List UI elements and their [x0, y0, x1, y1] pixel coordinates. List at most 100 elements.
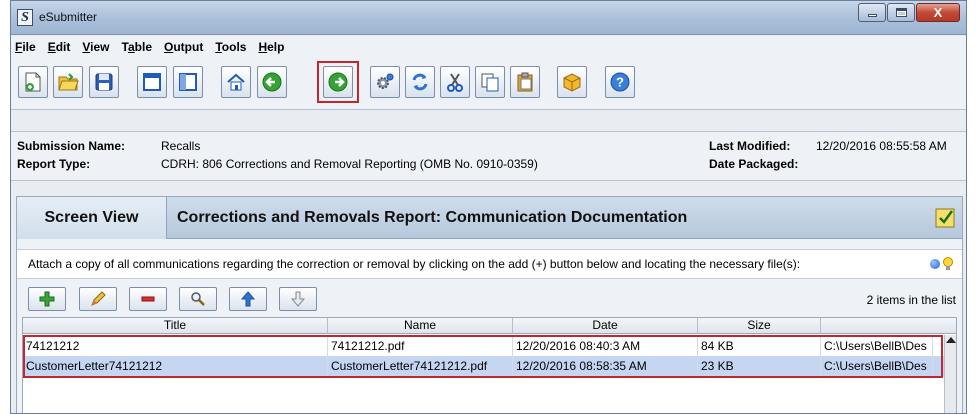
- cell-size: 23 KB: [698, 356, 821, 376]
- back-arrow-icon: [262, 72, 282, 92]
- add-icon: [39, 291, 55, 307]
- paste-button[interactable]: [510, 66, 540, 98]
- cell-size: 84 KB: [698, 336, 821, 356]
- package-box-icon: [563, 73, 581, 92]
- open-folder-icon: [58, 73, 79, 91]
- move-down-button[interactable]: [279, 287, 317, 311]
- cell-path: C:\Users\BellB\Des: [821, 336, 933, 356]
- single-pane-icon: [143, 73, 161, 91]
- home-button[interactable]: [221, 66, 251, 98]
- column-date[interactable]: Date: [513, 318, 698, 334]
- move-up-icon: [240, 291, 256, 307]
- menu-table-mnemonic: a: [127, 40, 135, 54]
- maximize-button[interactable]: [887, 3, 915, 22]
- view-magnifier-icon: [191, 292, 205, 306]
- add-item-button[interactable]: [28, 287, 66, 311]
- menu-view-mnemonic: V: [82, 40, 91, 54]
- menu-help[interactable]: Help: [258, 40, 284, 54]
- scroll-up-icon[interactable]: [946, 337, 956, 343]
- vertical-scrollbar[interactable]: [944, 335, 956, 413]
- column-title[interactable]: Title: [23, 318, 328, 334]
- title-bar[interactable]: S eSubmitter X: [11, 1, 966, 35]
- table-row[interactable]: CustomerLetter74121212 CustomerLetter741…: [23, 356, 956, 376]
- last-modified-value: 12/20/2016 08:55:58 AM: [816, 139, 947, 153]
- home-icon: [227, 73, 245, 91]
- info-dot-icon[interactable]: [930, 259, 940, 269]
- instructions-text: Attach a copy of all communications rega…: [28, 257, 801, 271]
- submission-name-value: Recalls: [161, 139, 201, 153]
- menu-tools-post: ools: [221, 40, 247, 54]
- move-down-icon: [290, 291, 306, 307]
- copy-icon: [481, 73, 499, 92]
- close-button[interactable]: X: [916, 3, 960, 22]
- cell-title: CustomerLetter74121212: [23, 356, 328, 376]
- save-button[interactable]: [89, 66, 119, 98]
- menu-edit-mnemonic: E: [47, 40, 56, 54]
- column-size[interactable]: Size: [698, 318, 821, 334]
- menu-edit[interactable]: Edit: [48, 40, 71, 54]
- new-submission-icon: [25, 72, 41, 92]
- menu-bar: File Edit View Table Output Tools Help: [11, 36, 966, 58]
- menu-tools[interactable]: Tools: [215, 40, 246, 54]
- remove-item-button[interactable]: [129, 287, 167, 311]
- settings-gears-icon: [377, 73, 394, 89]
- menu-file[interactable]: File: [15, 40, 36, 54]
- forward-arrow-icon: [328, 72, 348, 92]
- settings-button[interactable]: [370, 66, 400, 98]
- menu-output[interactable]: Output: [164, 40, 203, 54]
- package-button[interactable]: [557, 66, 587, 98]
- main-toolbar: ?: [11, 58, 966, 110]
- panel-header: Screen View Corrections and Removals Rep…: [17, 197, 962, 239]
- new-submission-button[interactable]: [18, 66, 48, 98]
- column-path[interactable]: [821, 318, 956, 334]
- column-name[interactable]: Name: [328, 318, 513, 334]
- save-disk-icon: [95, 73, 113, 91]
- notes-icon[interactable]: [934, 205, 956, 229]
- lightbulb-icon[interactable]: [942, 257, 954, 271]
- copy-button[interactable]: [475, 66, 505, 98]
- view-item-button[interactable]: [179, 287, 217, 311]
- panel-title: Corrections and Removals Report: Communi…: [177, 209, 688, 226]
- table-row[interactable]: 74121212 74121212.pdf 12/20/2016 08:40:3…: [23, 336, 956, 356]
- app-icon: S: [17, 9, 33, 26]
- help-icon: ?: [610, 72, 630, 92]
- cut-button[interactable]: [440, 66, 470, 98]
- cut-scissors-icon: [447, 73, 463, 92]
- minimize-button[interactable]: [858, 3, 886, 22]
- submission-info: Submission Name: Recalls Report Type: CD…: [11, 131, 966, 181]
- open-button[interactable]: [53, 66, 83, 98]
- cell-title: 74121212: [23, 336, 328, 356]
- back-button[interactable]: [257, 66, 287, 98]
- info-icons: [930, 257, 954, 271]
- report-type-label: Report Type:: [17, 157, 91, 171]
- remove-icon: [141, 296, 155, 302]
- menu-view[interactable]: View: [82, 40, 109, 54]
- cell-date: 12/20/2016 08:58:35 AM: [513, 356, 698, 376]
- menu-table[interactable]: Table: [122, 40, 152, 54]
- svg-text:?: ?: [616, 75, 624, 90]
- cell-name: 74121212.pdf: [328, 336, 513, 356]
- forward-button[interactable]: [323, 66, 353, 98]
- menu-edit-post: dit: [55, 40, 71, 54]
- submission-name-label: Submission Name:: [17, 139, 126, 153]
- menu-table-post: ble: [134, 40, 152, 54]
- minimize-icon: [868, 14, 877, 17]
- cell-date: 12/20/2016 08:40:3 AM: [513, 336, 698, 356]
- last-modified-label: Last Modified:: [709, 139, 791, 153]
- attachments-table: Title Name Date Size 74121212 74121212.p…: [22, 317, 957, 413]
- date-packaged-label: Date Packaged:: [709, 157, 799, 171]
- menu-output-mnemonic: O: [164, 40, 174, 54]
- single-pane-button[interactable]: [137, 66, 167, 98]
- edit-item-button[interactable]: [79, 287, 117, 311]
- help-button[interactable]: ?: [605, 66, 635, 98]
- instructions-row: Attach a copy of all communications rega…: [17, 249, 962, 279]
- move-up-button[interactable]: [229, 287, 267, 311]
- refresh-button[interactable]: [405, 66, 435, 98]
- menu-help-post: elp: [267, 40, 285, 54]
- screen-view-tab[interactable]: Screen View: [17, 197, 167, 239]
- item-count: 2 items in the list: [866, 293, 956, 307]
- table-header: Title Name Date Size: [23, 318, 956, 334]
- menu-view-post: iew: [90, 40, 110, 54]
- split-pane-button[interactable]: [173, 66, 203, 98]
- list-toolbar: 2 items in the list: [17, 287, 962, 315]
